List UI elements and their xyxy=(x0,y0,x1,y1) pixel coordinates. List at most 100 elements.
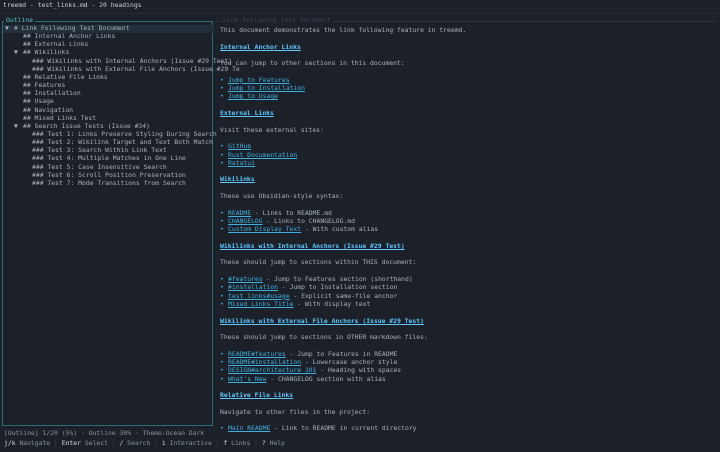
link[interactable]: CHANGELOG xyxy=(228,217,263,225)
bullet-icon: • xyxy=(220,216,224,225)
outline-item-label: ### Test 5: Case Insensitive Search xyxy=(32,162,167,171)
status-outline-width: Outline 30% xyxy=(88,429,132,437)
bullet-icon: • xyxy=(220,358,224,366)
link[interactable]: README#installation xyxy=(228,358,301,366)
outline-panel-title: Outline xyxy=(4,16,35,24)
section-heading[interactable]: Wikilinks with Internal Anchors (Issue #… xyxy=(220,242,405,249)
content-panel[interactable]: This document demonstrates the link foll… xyxy=(216,21,716,432)
link-description: - Lowercase anchor style xyxy=(301,358,398,366)
status-mode: [Outline] xyxy=(4,429,39,437)
link[interactable]: #installation xyxy=(228,283,278,291)
help-bar: j/k Navigate │ Enter Select │ / Search │… xyxy=(0,440,720,450)
bullet-icon: • xyxy=(220,299,224,308)
help-separator: │ xyxy=(211,439,224,447)
bullet-icon: • xyxy=(220,349,224,358)
link-list-item: • DESIGN#architecture 101 - Heading with … xyxy=(220,366,401,375)
status-position: 1/20 (5%) xyxy=(42,429,78,437)
outline-item-label: ### Test 2: Wikilink Target and Text Bot… xyxy=(32,138,213,147)
link-list-item: • Jump to Usage xyxy=(220,92,278,101)
help-label: Select xyxy=(80,439,108,447)
bullet-icon: • xyxy=(220,291,224,300)
title-divider xyxy=(0,13,720,14)
link-list-item: • README#installation - Lowercase anchor … xyxy=(220,358,398,366)
link[interactable]: Rust Documentation xyxy=(228,151,297,159)
link[interactable]: Jump to Features xyxy=(228,76,290,84)
link[interactable]: GitHub xyxy=(228,142,251,150)
link[interactable]: README xyxy=(228,209,251,217)
link[interactable]: DESIGN#architecture 101 xyxy=(228,366,317,374)
outline-item-label: ## Installation xyxy=(23,89,81,98)
link[interactable]: test_links#usage xyxy=(228,292,290,300)
section-description: Navigate to other files in the project: xyxy=(220,407,371,416)
link-list-item: • What's New - CHANGELOG section with ali… xyxy=(220,374,386,383)
help-separator: │ xyxy=(150,439,162,447)
bullet-icon: • xyxy=(220,275,224,283)
outline-item-label: ## Mixed Links Test xyxy=(23,113,97,122)
link-list-item: • Jump to Features xyxy=(220,75,290,84)
link-list-item: • #features - Jump to Features section (s… xyxy=(220,275,413,283)
bullet-icon: • xyxy=(220,158,224,167)
help-key: Enter xyxy=(61,439,81,447)
link[interactable]: Mixed Links Title xyxy=(228,300,293,308)
status-separator: • xyxy=(134,429,139,437)
link[interactable]: What's New xyxy=(228,375,266,383)
link[interactable]: Ratatui xyxy=(228,159,255,167)
outline-item-label: ## Relative File Links xyxy=(23,72,108,81)
help-separator: │ xyxy=(107,439,120,447)
link-list-item: • Ratatui xyxy=(220,158,255,167)
bullet-icon: • xyxy=(220,283,224,292)
section-description: These use Obsidian-style syntax: xyxy=(220,192,344,200)
outline-item-label: ### Test 1: Links Preserve Styling Durin… xyxy=(32,129,217,138)
help-label: Help xyxy=(265,439,285,447)
link[interactable]: README#features xyxy=(228,350,286,358)
link-description: - Jump to Features section (shorthand) xyxy=(262,275,413,283)
bullet-icon: • xyxy=(220,75,224,84)
section-heading[interactable]: Wikilinks with External File Anchors (Is… xyxy=(220,317,424,324)
help-label: Navigate xyxy=(15,439,51,447)
chevron-down-icon: ▼ xyxy=(14,121,18,130)
bullet-icon: • xyxy=(220,92,224,101)
section-heading[interactable]: Wikilinks xyxy=(220,176,255,183)
outline-item[interactable]: ### Test 7: Mode Transitions from Search xyxy=(3,180,186,188)
link-description: - Jump to Installation section xyxy=(278,283,398,292)
link-description: - Links to README.md xyxy=(251,208,332,217)
link[interactable]: Custom Display Text xyxy=(228,225,301,233)
help-separator: │ xyxy=(50,439,62,447)
section-description: These should jump to sections within THI… xyxy=(220,258,417,267)
bullet-icon: • xyxy=(220,374,224,383)
link-list-item: • Rust Documentation xyxy=(220,151,297,159)
help-label: Search xyxy=(123,439,151,447)
bullet-icon: • xyxy=(220,84,224,93)
bullet-icon: • xyxy=(220,208,224,217)
link[interactable]: Jump to Installation xyxy=(228,84,305,92)
outline-item-label: ### Test 6: Scroll Position Preservation xyxy=(32,170,186,179)
section-heading[interactable]: External Links xyxy=(220,110,274,117)
section-heading[interactable]: Internal Anchor Links xyxy=(220,43,301,50)
app-title: treemd - test_links.md - 20 headings xyxy=(3,1,142,9)
link[interactable]: Jump to Usage xyxy=(228,92,278,100)
link-description: - CHANGELOG section with alias xyxy=(266,374,386,383)
link-list-item: • GitHub xyxy=(220,142,251,151)
outline-panel[interactable]: ▼ # Link Following Test Document ## Intern… xyxy=(2,21,240,426)
outline-item-label: ### Test 3: Search Within Link Text xyxy=(32,146,167,155)
outline-item-label: ## Search Issue Tests (Issue #34) xyxy=(23,121,150,130)
link-description: - Jump to Features in README xyxy=(285,349,398,358)
link-description: - Explicit same-file anchor xyxy=(289,291,398,300)
status-theme: Theme:Ocean Dark xyxy=(142,429,205,437)
outline-item-label: ## External Links xyxy=(23,40,89,49)
intro-text: This document demonstrates the link foll… xyxy=(220,26,467,34)
help-label: Interactive xyxy=(165,439,212,447)
link[interactable]: #features xyxy=(228,275,263,283)
help-key: j/k xyxy=(4,439,16,447)
help-label: Links xyxy=(227,439,251,447)
link-description: - With custom alias xyxy=(301,225,379,234)
bullet-icon: • xyxy=(220,142,224,151)
link-description: - Links to CHANGELOG.md xyxy=(262,216,355,225)
outline-item-label: ### Test 7: Mode Transitions from Search xyxy=(32,178,186,187)
section-description: Visit these external sites: xyxy=(220,125,324,134)
bullet-icon: • xyxy=(220,366,224,375)
outline-item-label: ## Usage xyxy=(23,97,54,106)
link-list-item: • Jump to Installation xyxy=(220,84,305,93)
section-heading[interactable]: Relative File Links xyxy=(220,392,293,399)
chevron-down-icon: ▼ xyxy=(14,48,18,57)
